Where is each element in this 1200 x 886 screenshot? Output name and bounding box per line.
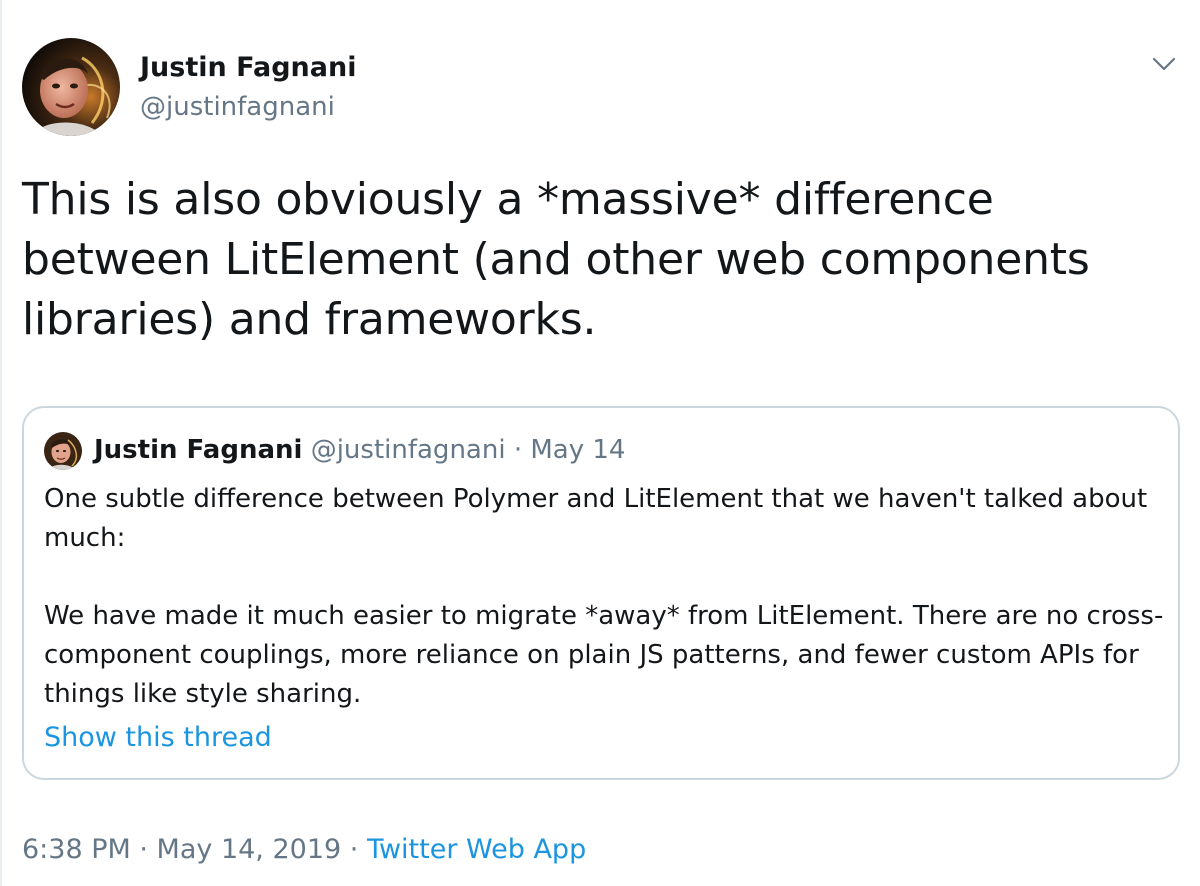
- tweet: Justin Fagnani @justinfagnani This is al…: [0, 0, 1200, 886]
- quoted-author-avatar: [44, 432, 82, 470]
- show-thread-link[interactable]: Show this thread: [44, 722, 272, 753]
- footer-separator: ·: [341, 834, 367, 865]
- quoted-date: May 14: [530, 435, 626, 465]
- chevron-down-icon: [1152, 57, 1176, 71]
- tweet-source-link[interactable]: Twitter Web App: [367, 834, 586, 865]
- quoted-tweet-header: Justin Fagnani @justinfagnani · May 14: [94, 432, 625, 468]
- quoted-paragraph-2: We have made it much easier to migrate *…: [44, 601, 1164, 709]
- quoted-author-handle: @justinfagnani: [310, 435, 506, 465]
- tweet-text: This is also obviously a *massive* diffe…: [22, 174, 1090, 345]
- author-avatar[interactable]: [22, 38, 120, 136]
- quoted-separator: ·: [513, 435, 523, 465]
- quoted-avatar-image: [44, 432, 82, 470]
- tweet-menu-button[interactable]: [1150, 52, 1178, 76]
- tweet-footer: 6:38 PM · May 14, 2019 · Twitter Web App: [22, 834, 586, 865]
- quoted-author-name: Justin Fagnani: [94, 435, 303, 465]
- author-handle[interactable]: @justinfagnani: [140, 92, 335, 122]
- tweet-timestamp[interactable]: 6:38 PM · May 14, 2019: [22, 834, 341, 865]
- quoted-tweet-body: One subtle difference between Polymer an…: [44, 480, 1164, 714]
- author-name[interactable]: Justin Fagnani: [140, 52, 356, 83]
- quoted-paragraph-1: One subtle difference between Polymer an…: [44, 484, 1148, 553]
- avatar-image: [22, 38, 120, 136]
- quoted-tweet[interactable]: Justin Fagnani @justinfagnani · May 14 O…: [22, 406, 1180, 780]
